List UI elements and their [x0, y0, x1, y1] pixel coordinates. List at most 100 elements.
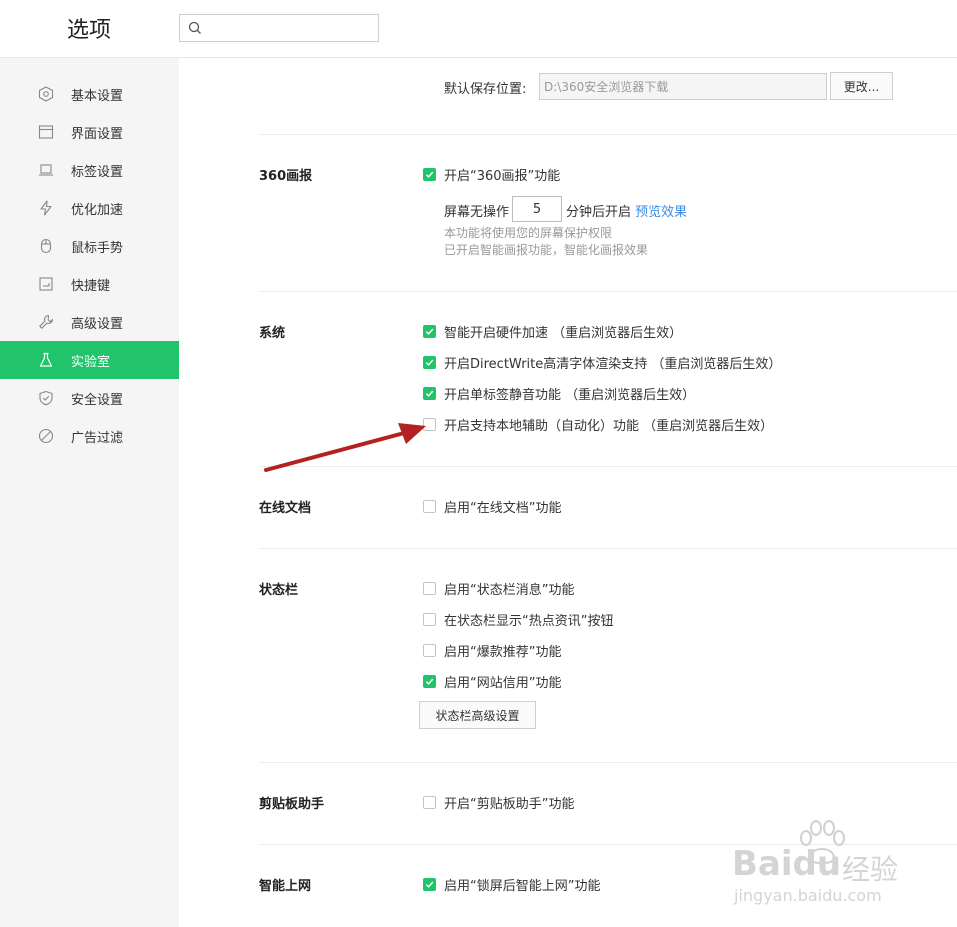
settings-content: 默认保存位置: D:\360安全浏览器下载 更改... 360画报 开启“360…: [179, 58, 957, 927]
checkbox[interactable]: [423, 355, 436, 369]
online-docs-row[interactable]: 启用“在线文档”功能: [423, 497, 562, 516]
section-divider: [259, 134, 957, 135]
checkbox-label: 智能开启硬件加速 （重启浏览器后生效）: [444, 325, 683, 341]
sidebar-item-security[interactable]: 安全设置: [0, 379, 179, 417]
search-icon: [188, 21, 201, 34]
system-option-row[interactable]: 智能开启硬件加速 （重启浏览器后生效）: [423, 322, 683, 341]
sidebar-item-label: 鼠标手势: [71, 241, 124, 256]
checkbox-label: 启用“在线文档”功能: [444, 500, 562, 516]
checkbox[interactable]: [423, 167, 436, 181]
checkbox-label: 启用“锁屏后智能上网”功能: [444, 878, 601, 894]
statusbar-option-row[interactable]: 启用“网站信用”功能: [423, 672, 562, 691]
wrench-icon: [39, 314, 54, 329]
watermark-brand-bai: Bai: [732, 844, 793, 884]
shield-icon: [39, 390, 53, 406]
checkbox[interactable]: [423, 795, 436, 809]
section-title-huabao: 360画报: [259, 169, 313, 184]
sidebar: 基本设置 界面设置 标签设置 优化加速 鼠标手势 快捷键 高级设置 实验室 安全…: [0, 58, 179, 927]
statusbar-option-row[interactable]: 启用“爆款推荐”功能: [423, 641, 562, 660]
sidebar-item-advanced[interactable]: 高级设置: [0, 303, 179, 341]
window-icon: [38, 125, 54, 139]
change-path-button[interactable]: 更改...: [830, 72, 893, 100]
watermark-brand: Baidu: [732, 844, 841, 884]
section-title-system: 系统: [259, 326, 286, 341]
checkbox[interactable]: [423, 499, 436, 513]
section-title-online-docs: 在线文档: [259, 501, 312, 516]
sidebar-item-label: 标签设置: [71, 165, 124, 180]
section-divider: [259, 291, 957, 292]
search-box[interactable]: [179, 14, 379, 42]
sidebar-item-label: 高级设置: [71, 317, 124, 332]
annotation-arrow: [264, 423, 426, 472]
laptop-tab-icon: [39, 164, 53, 176]
download-location-label: 默认保存位置:: [444, 82, 527, 97]
checkbox-label: 开启“360画报”功能: [444, 168, 561, 184]
sidebar-item-label: 实验室: [71, 355, 111, 370]
huabao-enable-row[interactable]: 开启“360画报”功能: [423, 165, 561, 184]
idle-prefix-label: 屏幕无操作: [444, 205, 510, 220]
lightning-icon: [40, 200, 52, 216]
system-option-row[interactable]: 开启单标签静音功能 （重启浏览器后生效）: [423, 384, 696, 403]
keyboard-key-icon: [39, 277, 53, 291]
sidebar-item-adblock[interactable]: 广告过滤: [0, 417, 179, 455]
checkbox[interactable]: [423, 643, 436, 657]
system-option-row[interactable]: 开启支持本地辅助（自动化）功能 （重启浏览器后生效）: [423, 415, 774, 434]
preview-link[interactable]: 预览效果: [635, 205, 687, 220]
idle-suffix-label: 分钟后开启 预览效果: [566, 201, 687, 220]
section-title-smart-net: 智能上网: [259, 879, 312, 894]
sidebar-item-basic[interactable]: 基本设置: [0, 75, 179, 113]
sidebar-item-label: 快捷键: [71, 279, 111, 294]
checkbox-label: 开启支持本地辅助（自动化）功能 （重启浏览器后生效）: [444, 418, 774, 434]
statusbar-advanced-button[interactable]: 状态栏高级设置: [419, 701, 536, 729]
statusbar-option-row[interactable]: 启用“状态栏消息”功能: [423, 579, 575, 598]
huabao-hint-permission: 本功能将使用您的屏幕保护权限: [444, 226, 613, 240]
section-divider: [259, 548, 957, 549]
checkbox-label: 在状态栏显示“热点资讯”按钮: [444, 613, 614, 629]
system-option-row[interactable]: 开启DirectWrite高清字体渲染支持 （重启浏览器后生效）: [423, 353, 782, 372]
block-icon: [38, 428, 54, 444]
checkbox-label: 开启DirectWrite高清字体渲染支持 （重启浏览器后生效）: [444, 356, 782, 372]
idle-minutes-input[interactable]: 5: [512, 196, 562, 222]
baidu-watermark: Baidu 经验 jingyan.baidu.com: [728, 820, 928, 915]
sidebar-item-label: 安全设置: [71, 393, 124, 408]
sidebar-item-interface[interactable]: 界面设置: [0, 113, 179, 151]
section-divider: [259, 762, 957, 763]
download-path-field: D:\360安全浏览器下载: [539, 73, 827, 100]
checkbox[interactable]: [423, 581, 436, 595]
header: 选项: [0, 0, 957, 58]
section-title-statusbar: 状态栏: [259, 583, 299, 598]
statusbar-option-row[interactable]: 在状态栏显示“热点资讯”按钮: [423, 610, 614, 629]
checkbox-label: 开启“剪贴板助手”功能: [444, 796, 575, 812]
huabao-hint-smart: 已开启智能画报功能，智能化画报效果: [444, 243, 649, 257]
sidebar-item-label: 优化加速: [71, 203, 124, 218]
smart-net-row[interactable]: 启用“锁屏后智能上网”功能: [423, 875, 601, 894]
hexagon-gear-icon: [38, 86, 54, 102]
checkbox[interactable]: [423, 386, 436, 400]
idle-suffix-text: 分钟后开启: [566, 205, 632, 220]
mouse-icon: [40, 238, 52, 254]
flask-icon: [39, 352, 53, 367]
clipboard-row[interactable]: 开启“剪贴板助手”功能: [423, 793, 575, 812]
checkbox-label: 启用“网站信用”功能: [444, 675, 562, 691]
sidebar-item-lab[interactable]: 实验室: [0, 341, 179, 379]
sidebar-item-mouse-gesture[interactable]: 鼠标手势: [0, 227, 179, 265]
sidebar-item-optimize[interactable]: 优化加速: [0, 189, 179, 227]
watermark-brand-cn: 经验: [842, 853, 899, 886]
sidebar-item-label: 广告过滤: [71, 431, 124, 446]
checkbox[interactable]: [423, 877, 436, 891]
checkbox[interactable]: [423, 612, 436, 626]
watermark-brand-du: du: [792, 844, 842, 884]
checkbox-label: 启用“状态栏消息”功能: [444, 582, 575, 598]
search-input[interactable]: [208, 17, 373, 39]
checkbox[interactable]: [423, 674, 436, 688]
checkbox-label: 开启单标签静音功能 （重启浏览器后生效）: [444, 387, 696, 403]
checkbox[interactable]: [423, 324, 436, 338]
sidebar-item-label: 界面设置: [71, 127, 124, 142]
checkbox-label: 启用“爆款推荐”功能: [444, 644, 562, 660]
sidebar-item-tabs[interactable]: 标签设置: [0, 151, 179, 189]
section-title-clipboard: 剪贴板助手: [259, 797, 325, 812]
page-title: 选项: [67, 18, 112, 43]
sidebar-item-shortcuts[interactable]: 快捷键: [0, 265, 179, 303]
sidebar-item-label: 基本设置: [71, 89, 124, 104]
watermark-url: jingyan.baidu.com: [734, 886, 882, 905]
